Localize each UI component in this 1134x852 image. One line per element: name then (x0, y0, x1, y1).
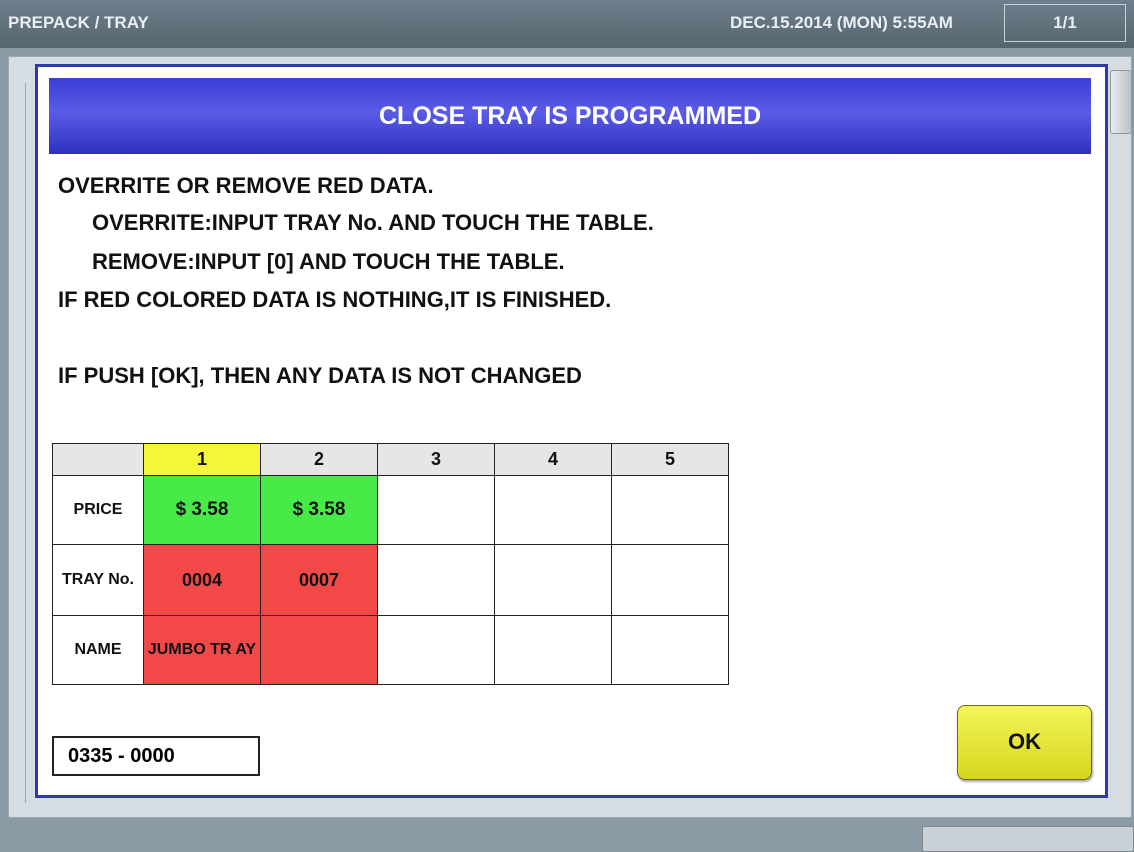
column-header-1[interactable]: 1 (143, 443, 261, 476)
column-header-4[interactable]: 4 (494, 443, 612, 476)
background-divider (25, 83, 34, 803)
row-label-price: PRICE (52, 475, 144, 545)
table-row-tray-no: TRAY No. 0004 0007 (52, 544, 729, 616)
date-time: DEC.15.2014 (MON) 5:55AM (730, 13, 953, 32)
message-line-2: OVERRITE:INPUT TRAY No. AND TOUCH THE TA… (92, 210, 654, 235)
table-row-price: PRICE $ 3.58 $ 3.58 (52, 475, 729, 545)
page-indicator: 1/1 (1004, 4, 1126, 42)
message-line-3: REMOVE:INPUT [0] AND TOUCH THE TABLE. (92, 249, 565, 274)
bottom-tab[interactable] (922, 826, 1134, 852)
table-row-name: NAME JUMBO TR AY (52, 615, 729, 685)
name-cell-1[interactable]: JUMBO TR AY (143, 615, 261, 685)
status-bar: PREPACK / TRAY DEC.15.2014 (MON) 5:55AM … (0, 0, 1134, 48)
tray-no-cell-2[interactable]: 0007 (260, 544, 378, 616)
mode-title: PREPACK / TRAY (8, 13, 149, 32)
name-cell-2[interactable] (260, 615, 378, 685)
row-label-name: NAME (52, 615, 144, 685)
column-header-5[interactable]: 5 (611, 443, 729, 476)
corner-cell (52, 443, 144, 476)
tray-no-cell-1[interactable]: 0004 (143, 544, 261, 616)
name-cell-5[interactable] (611, 615, 729, 685)
column-header-2[interactable]: 2 (260, 443, 378, 476)
name-cell-3[interactable] (377, 615, 495, 685)
message-line-1: OVERRITE OR REMOVE RED DATA. (58, 173, 434, 198)
price-cell-5[interactable] (611, 475, 729, 545)
price-cell-4[interactable] (494, 475, 612, 545)
price-cell-1[interactable]: $ 3.58 (143, 475, 261, 545)
tray-no-cell-4[interactable] (494, 544, 612, 616)
message-line-5: IF PUSH [OK], THEN ANY DATA IS NOT CHANG… (58, 363, 582, 388)
table-header-row: 1 2 3 4 5 (52, 443, 729, 476)
price-cell-2[interactable]: $ 3.58 (260, 475, 378, 545)
tray-no-cell-3[interactable] (377, 544, 495, 616)
tray-no-cell-5[interactable] (611, 544, 729, 616)
name-cell-4[interactable] (494, 615, 612, 685)
price-cell-3[interactable] (377, 475, 495, 545)
row-label-tray-no: TRAY No. (52, 544, 144, 616)
ok-button[interactable]: OK (957, 705, 1092, 780)
scrollbar-thumb[interactable] (1110, 70, 1132, 134)
dialog-title: CLOSE TRAY IS PROGRAMMED (49, 78, 1091, 154)
column-header-3[interactable]: 3 (377, 443, 495, 476)
close-tray-dialog: CLOSE TRAY IS PROGRAMMED OVERRITE OR REM… (35, 64, 1108, 798)
code-display: 0335 - 0000 (52, 736, 260, 776)
message-line-4: IF RED COLORED DATA IS NOTHING,IT IS FIN… (58, 287, 612, 312)
tray-table: 1 2 3 4 5 PRICE $ 3.58 $ 3.58 TRAY No. 0… (52, 443, 729, 685)
